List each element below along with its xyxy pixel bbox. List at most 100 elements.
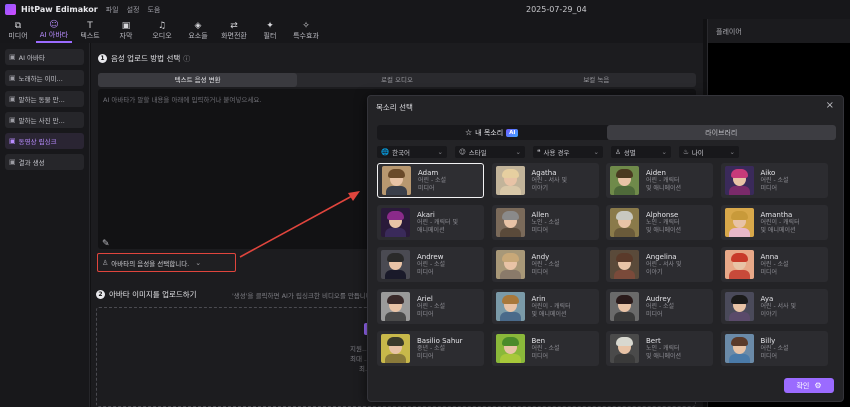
voice-avatar [381, 208, 410, 237]
voice-card[interactable]: Andrew 어린 - 소설 미디어 [377, 247, 484, 282]
voice-name: Billy [760, 337, 776, 345]
avatar-icon: ▣ [9, 53, 16, 61]
voice-card[interactable]: Billy 어린 - 소설 미디어 [720, 331, 828, 366]
effects-icon: ✧ [302, 20, 310, 31]
menu-file[interactable]: 파일 [106, 5, 119, 15]
voice-name: Ariel [417, 295, 433, 303]
voice-name: Anna [760, 253, 779, 261]
voice-card[interactable]: Audrey 어린 - 소설 미디어 [606, 289, 713, 324]
smile-icon: ☺ [459, 148, 466, 156]
menu-settings[interactable]: 설정 [127, 5, 140, 15]
voice-card[interactable]: Ariel 어린 - 소설 미디어 [377, 289, 484, 324]
voice-avatar [610, 208, 639, 237]
voice-tags: 어린 - 소설 미디어 [531, 345, 560, 360]
voice-tags: 어린이 - 캐릭터 및 애니메이션 [531, 303, 571, 318]
title-bar: HitPaw Edimakor 파일 설정 도움 2025-07-29_04 [0, 0, 850, 19]
audio-icon: ♫ [157, 20, 167, 31]
voice-avatar [381, 334, 410, 363]
voice-card[interactable]: Arin 어린이 - 캐릭터 및 애니메이션 [491, 289, 599, 324]
magic-wand-icon[interactable]: ✎ [102, 239, 110, 249]
dialog-tabs: ☆ 내 목소리 AI 라이브러리 [377, 125, 836, 140]
voice-tags: 어린 - 캐릭터 및 애니메이션 [417, 219, 459, 234]
tab-my-voice[interactable]: ☆ 내 목소리 AI [377, 125, 607, 140]
project-title: 2025-07-29_04 [526, 5, 587, 14]
voice-avatar [724, 250, 754, 279]
globe-icon: 🌐 [381, 148, 390, 156]
cake-icon: ♨ [683, 148, 689, 156]
menu-help[interactable]: 도움 [147, 5, 160, 15]
voice-card[interactable]: Andy 어린 - 소설 미디어 [491, 247, 599, 282]
voice-tags: 어린 - 소설 미디어 [760, 177, 789, 192]
voice-tags: 노인 - 캐릭터 및 애니메이션 [646, 219, 682, 234]
voice-card[interactable]: Akari 어린 - 캐릭터 및 애니메이션 [377, 205, 484, 240]
tool-audio[interactable]: ♫ 오디오 [144, 19, 180, 43]
voice-tags: 어린 - 소설 미디어 [418, 177, 447, 192]
voice-card[interactable]: Amantha 어린이 - 캐릭터 및 애니메이션 [720, 205, 828, 240]
info-icon[interactable]: ⓘ [183, 54, 190, 64]
transition-icon: ⇄ [230, 20, 238, 31]
tool-effects[interactable]: ✧ 특수효과 [288, 19, 324, 43]
tool-text[interactable]: T 텍스트 [72, 19, 108, 43]
subtitle-icon: ▣ [121, 20, 131, 31]
filter-age[interactable]: ♨ 나이 ⌄ [679, 146, 739, 158]
filter-gender[interactable]: ♙ 성별 ⌄ [611, 146, 671, 158]
tool-filter[interactable]: ✦ 필터 [252, 19, 288, 43]
confirm-button[interactable]: 확인 ⚙ [784, 378, 834, 393]
voice-card[interactable]: Agatha 어린 - 서사 및 이야기 [491, 163, 599, 198]
main-toolbar: ⧉ 미디어 ☺ AI 아바타 T 텍스트 ▣ 자막 ♫ 오디오 ◈ 요소들 ⇄ 화면전환 ✦ 필… [0, 19, 703, 43]
elements-icon: ◈ [194, 20, 202, 31]
voice-card[interactable]: Adam 어린 - 소설 미디어 [377, 163, 484, 198]
tab-text-to-speech[interactable]: 텍스트 음성 변환 [98, 73, 298, 87]
sidebar-item-singing-image[interactable]: ▣ 노래하는 이미... [5, 70, 84, 86]
step1-title: 1 음성 업로드 방법 선택 ⓘ [98, 53, 190, 64]
tab-local-audio[interactable]: 로컬 오디오 [297, 73, 496, 87]
voice-name: Adam [418, 169, 439, 177]
script-placeholder: AI 아바타가 말할 내용을 아래에 입력하거나 붙여넣으세요. [103, 96, 262, 104]
tab-library[interactable]: 라이브러리 [606, 125, 836, 140]
filter-style[interactable]: ☺ 스타일 ⌄ [455, 146, 525, 158]
voice-card[interactable]: Aiko 어린 - 소설 미디어 [720, 163, 828, 198]
voice-select-dropdown[interactable]: ♙ 아바타의 음성을 선택합니다. ⌄ [97, 253, 236, 272]
voice-card[interactable]: Ben 어린 - 소설 미디어 [491, 331, 599, 366]
tool-transition[interactable]: ⇄ 화면전환 [216, 19, 252, 43]
chevron-down-icon: ⌄ [437, 148, 443, 156]
filter-language[interactable]: 🌐 한국어 ⌄ [377, 146, 447, 158]
sidebar-item-video-lipsync[interactable]: ▣ 동영상 립싱크 [5, 133, 84, 149]
sidebar-item-talking-animal[interactable]: ▣ 말하는 동물 만... [5, 91, 84, 107]
close-icon[interactable]: × [826, 100, 834, 111]
voice-name: Aiko [760, 169, 776, 177]
sidebar-item-ai-avatar[interactable]: ▣ AI 아바타 [5, 49, 84, 65]
voice-card[interactable]: Angelina 어린 - 서사 및 이야기 [606, 247, 713, 282]
voice-tags: 어린이 - 캐릭터 및 애니메이션 [760, 219, 800, 234]
voice-card[interactable]: Bert 노인 - 캐릭터 및 애니메이션 [606, 331, 713, 366]
tool-ai-avatar[interactable]: ☺ AI 아바타 [36, 19, 72, 43]
voice-card[interactable]: Basilio Sahur 중년 - 소설 미디어 [377, 331, 484, 366]
tool-media[interactable]: ⧉ 미디어 [0, 19, 36, 43]
media-icon: ⧉ [14, 20, 22, 31]
sidebar-item-generate-result[interactable]: ▣ 결과 생성 [5, 154, 84, 170]
tab-vocal-recording[interactable]: 보컬 녹음 [497, 73, 696, 87]
voice-card[interactable]: Allen 노인 - 소설 미디어 [491, 205, 599, 240]
voice-card[interactable]: Anna 어린 - 소설 미디어 [720, 247, 828, 282]
voice-avatar [610, 166, 639, 195]
sidebar: ▣ AI 아바타 ▣ 노래하는 이미... ▣ 말하는 동물 만... ▣ 말하는 사진… [0, 43, 90, 407]
image-icon: ▣ [9, 74, 16, 82]
tool-subtitle[interactable]: ▣ 자막 [108, 19, 144, 43]
filter-use-case[interactable]: ❝ 사용 경우 ⌄ [533, 146, 603, 158]
voice-tags: 어린 - 캐릭터 및 애니메이션 [646, 177, 682, 192]
voice-card[interactable]: Alphonse 노인 - 캐릭터 및 애니메이션 [606, 205, 713, 240]
step2-description: '생성'을 클릭하면 AI가 립싱크한 비디오를 만듭니다. [232, 292, 374, 300]
voice-card[interactable]: Aiden 어린 - 캐릭터 및 애니메이션 [606, 163, 713, 198]
voice-name: Angelina [646, 253, 677, 261]
tool-elements[interactable]: ◈ 요소들 [180, 19, 216, 43]
voice-mode-tabs: 텍스트 음성 변환 로컬 오디오 보컬 녹음 [98, 73, 696, 87]
voice-name: Andy [531, 253, 550, 261]
voice-name: Allen [531, 211, 549, 219]
voice-card[interactable]: Aya 어린 - 서사 및 이야기 [720, 289, 828, 324]
voice-avatar [724, 208, 754, 237]
voice-tags: 중년 - 소설 미디어 [417, 345, 446, 360]
chevron-down-icon: ⌄ [661, 148, 667, 156]
sidebar-item-talking-photo[interactable]: ▣ 말하는 사진 만... [5, 112, 84, 128]
voice-avatar [724, 166, 754, 195]
ai-badge: AI [506, 128, 519, 137]
